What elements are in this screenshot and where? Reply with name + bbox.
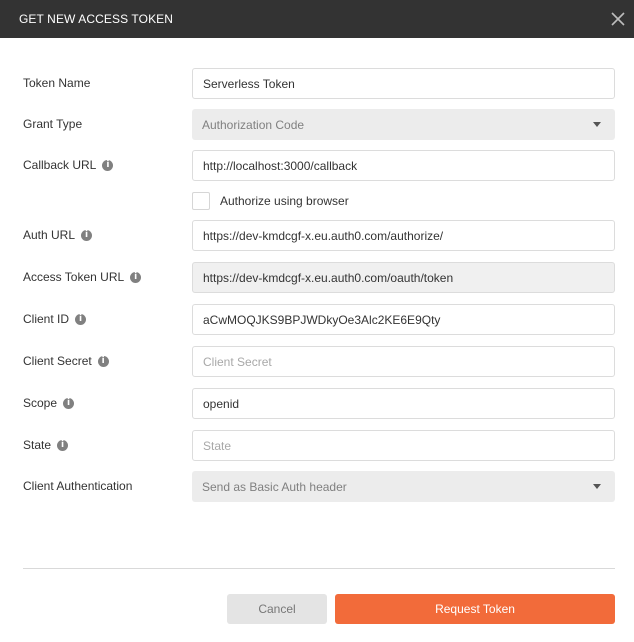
client-auth-select[interactable]: Send as Basic Auth header xyxy=(192,471,615,502)
callback-url-label: Callback URL i xyxy=(23,158,114,172)
chevron-down-icon xyxy=(593,484,601,489)
state-input[interactable] xyxy=(192,430,615,461)
info-icon[interactable]: i xyxy=(81,229,93,241)
request-token-button[interactable]: Request Token xyxy=(335,594,615,624)
callback-url-input[interactable] xyxy=(192,150,615,181)
auth-url-row: Auth URL i xyxy=(0,220,634,252)
client-secret-label: Client Secret i xyxy=(23,354,109,368)
auth-url-input[interactable] xyxy=(192,220,615,251)
grant-type-value: Authorization Code xyxy=(202,117,305,132)
access-token-url-input[interactable] xyxy=(192,262,615,293)
grant-type-label: Grant Type xyxy=(23,117,83,131)
info-icon[interactable]: i xyxy=(102,159,114,171)
info-icon[interactable]: i xyxy=(75,313,87,325)
client-auth-value: Send as Basic Auth header xyxy=(202,479,347,494)
footer-divider xyxy=(23,568,615,569)
client-id-label: Client ID i xyxy=(23,312,87,326)
close-icon[interactable] xyxy=(608,9,628,29)
client-auth-row: Client Authentication Send as Basic Auth… xyxy=(0,471,634,503)
authorize-browser-label: Authorize using browser xyxy=(220,194,349,208)
state-row: State i xyxy=(0,430,634,462)
client-auth-label: Client Authentication xyxy=(23,479,133,493)
scope-input[interactable] xyxy=(192,388,615,419)
client-secret-input[interactable] xyxy=(192,346,615,377)
callback-url-row: Callback URL i xyxy=(0,150,634,182)
authorize-browser-row: Authorize using browser xyxy=(192,192,349,210)
access-token-url-row: Access Token URL i xyxy=(0,262,634,294)
client-secret-row: Client Secret i xyxy=(0,346,634,378)
auth-url-label: Auth URL i xyxy=(23,228,93,242)
token-name-label: Token Name xyxy=(23,76,91,90)
client-id-input[interactable] xyxy=(192,304,615,335)
access-token-url-label: Access Token URL i xyxy=(23,270,142,284)
info-icon[interactable]: i xyxy=(63,397,75,409)
grant-type-row: Grant Type Authorization Code xyxy=(0,109,634,141)
scope-row: Scope i xyxy=(0,388,634,420)
chevron-down-icon xyxy=(593,122,601,127)
cancel-button[interactable]: Cancel xyxy=(227,594,327,624)
client-id-row: Client ID i xyxy=(0,304,634,336)
info-icon[interactable]: i xyxy=(130,271,142,283)
dialog-titlebar: GET NEW ACCESS TOKEN xyxy=(0,0,634,38)
info-icon[interactable]: i xyxy=(57,439,69,451)
scope-label: Scope i xyxy=(23,396,75,410)
info-icon[interactable]: i xyxy=(97,355,109,367)
state-label: State i xyxy=(23,438,69,452)
grant-type-select[interactable]: Authorization Code xyxy=(192,109,615,140)
authorize-browser-checkbox[interactable] xyxy=(192,192,210,210)
token-name-input[interactable] xyxy=(192,68,615,99)
dialog-title: GET NEW ACCESS TOKEN xyxy=(19,12,174,26)
token-name-row: Token Name xyxy=(0,68,634,100)
